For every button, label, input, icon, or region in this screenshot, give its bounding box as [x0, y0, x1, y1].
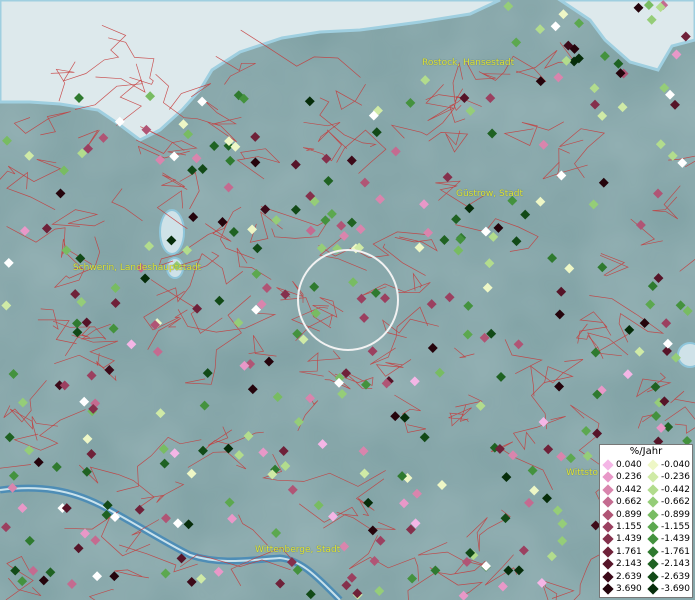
legend-swatch: [602, 484, 614, 496]
legend-swatch: [602, 570, 614, 583]
lake-schwerin: [159, 209, 185, 255]
legend-label: 1.439: [616, 534, 642, 545]
legend-label: 0.040: [616, 460, 642, 470]
legend-label: -0.899: [661, 509, 691, 520]
legend-label: 0.662: [616, 497, 642, 508]
legend-label: 3.690: [616, 584, 642, 594]
legend-label: 1.155: [616, 522, 642, 532]
legend-label: -1.761: [661, 546, 691, 557]
legend-swatch: [602, 471, 614, 484]
legend-swatch: [602, 583, 614, 595]
legend-swatch: [647, 546, 659, 558]
legend-label: 0.236: [616, 472, 642, 483]
legend-swatch: [602, 508, 614, 521]
legend-label: 2.639: [616, 571, 642, 582]
place-label-guestrow: Güstrow, Stadt: [456, 189, 523, 199]
legend-swatch: [602, 459, 614, 471]
legend-swatch: [602, 521, 614, 533]
legend-swatch: [602, 558, 614, 570]
legend-swatch: [647, 496, 659, 508]
legend-swatch: [647, 459, 659, 471]
legend-label: 0.442: [616, 484, 642, 495]
place-label-wittstock: Wittsto: [566, 468, 598, 478]
legend-swatch: [647, 508, 659, 521]
legend-title: %/Jahr: [629, 446, 663, 457]
legend-swatch: [647, 558, 659, 570]
legend-swatch: [647, 533, 659, 546]
legend-label: -1.155: [661, 522, 691, 532]
legend-swatch: [602, 533, 614, 546]
legend-swatch: [647, 521, 659, 533]
lake-east: [677, 342, 695, 368]
map-view[interactable]: Rostock, Hansestadt Güstrow, Stadt Schwe…: [0, 0, 695, 600]
legend-label: -1.439: [661, 534, 691, 545]
legend-label: -3.690: [661, 584, 691, 594]
legend-swatch: [647, 570, 659, 583]
place-label-schwerin: Schwerin, Landeshauptstadt: [73, 263, 202, 273]
legend-label: -0.040: [661, 460, 691, 470]
legend-label: -0.236: [661, 472, 691, 483]
legend-label: 0.899: [616, 509, 642, 520]
legend-label: 1.761: [616, 546, 642, 557]
legend-label: -2.143: [661, 559, 691, 570]
map-canvas: [0, 0, 695, 600]
legend-swatch: [647, 484, 659, 496]
legend-swatch: [602, 496, 614, 508]
legend-label: -2.639: [661, 571, 691, 582]
legend-label: -0.442: [661, 484, 691, 495]
legend-swatch: [602, 546, 614, 558]
legend-label: -0.662: [661, 497, 691, 508]
legend: %/Jahr 0.040 -0.040 0.236 -0.236 0.442 -0.442…: [599, 444, 693, 598]
legend-label: 2.143: [616, 559, 642, 570]
place-label-wittenberge: Wittenberge, Stadt: [255, 545, 341, 555]
legend-swatch: [647, 583, 659, 595]
place-label-rostock: Rostock, Hansestadt: [422, 58, 515, 68]
legend-swatch: [647, 471, 659, 484]
